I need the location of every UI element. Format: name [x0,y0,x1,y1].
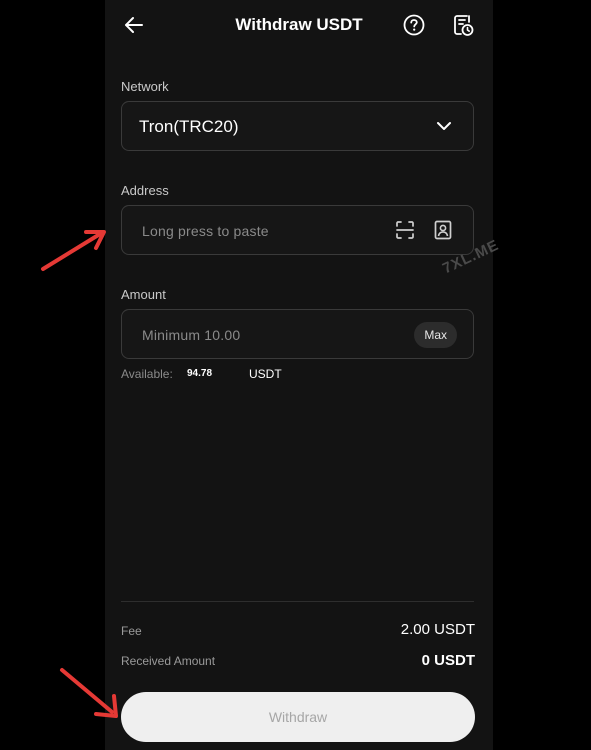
address-book-icon [434,220,452,240]
network-select[interactable]: Tron(TRC20) [121,101,474,151]
address-book-button[interactable] [432,219,454,241]
amount-label: Amount [121,287,166,302]
annotation-arrow-address [41,230,106,271]
fee-value: 2.00 USDT [400,621,475,638]
history-button[interactable] [450,12,476,38]
annotation-arrow-withdraw [60,668,118,718]
withdraw-screen: Withdraw USDT Network Tron(TRC20) Addres… [105,0,493,750]
available-unit: USDT [249,367,282,381]
fee-label: Fee [121,624,142,638]
received-amount-label: Received Amount [121,654,216,668]
summary-divider [121,601,474,602]
address-label: Address [121,183,169,198]
top-bar: Withdraw USDT [105,0,493,52]
question-circle-icon [403,14,425,36]
available-label: Available: [121,367,173,381]
scan-button[interactable] [394,219,416,241]
amount-input[interactable]: Minimum 10.00 Max [121,309,474,359]
received-amount-value: 0 USDT [421,652,475,669]
max-button[interactable]: Max [414,322,457,348]
address-input[interactable]: Long press to paste [121,205,474,255]
scan-icon [396,221,414,239]
chevron-down-icon [437,122,451,130]
page-title: Withdraw USDT [235,15,363,34]
withdraw-button[interactable]: Withdraw [121,692,475,742]
help-button[interactable] [401,12,427,38]
available-balance: 94.78 [187,368,213,379]
network-label: Network [121,79,169,94]
address-placeholder: Long press to paste [142,223,269,239]
amount-placeholder: Minimum 10.00 [142,327,241,343]
history-clock-icon [454,15,474,36]
network-value: Tron(TRC20) [139,117,239,136]
